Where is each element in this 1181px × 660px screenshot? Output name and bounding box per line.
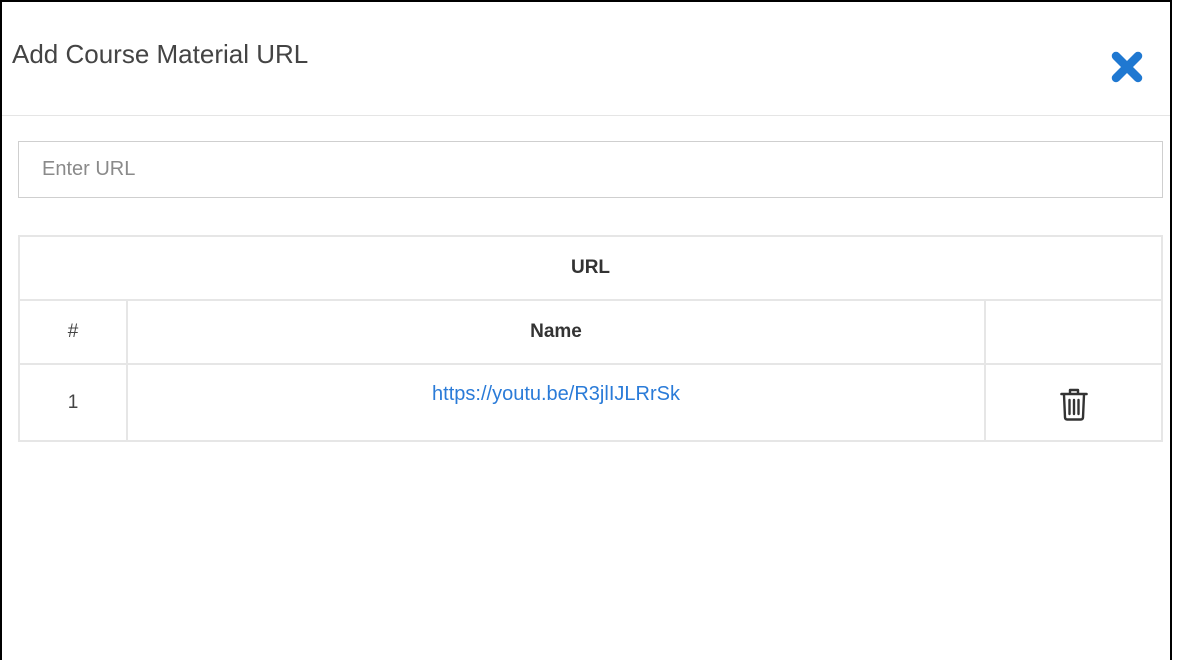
row-name-cell: https://youtu.be/R3jlIJLRrSk bbox=[126, 363, 986, 442]
table-row: 1 https://youtu.be/R3jlIJLRrSk bbox=[18, 363, 1163, 442]
column-header-name: Name bbox=[126, 299, 986, 365]
close-button[interactable] bbox=[1109, 49, 1145, 85]
add-url-dialog: Add Course Material URL URL # Name bbox=[0, 0, 1172, 660]
table-caption-row: URL bbox=[18, 235, 1163, 301]
dialog-header: Add Course Material URL bbox=[2, 2, 1170, 116]
url-link[interactable]: https://youtu.be/R3jlIJLRrSk bbox=[432, 383, 680, 405]
dialog-title: Add Course Material URL bbox=[12, 39, 309, 69]
column-header-number: # bbox=[18, 299, 128, 365]
table-header-row: # Name bbox=[18, 299, 1163, 365]
close-x-icon bbox=[1111, 51, 1143, 83]
url-table: URL # Name 1 https://youtu.be/R3jlIJLRrS… bbox=[18, 235, 1163, 442]
trash-icon bbox=[1059, 388, 1088, 421]
delete-button[interactable] bbox=[1059, 387, 1088, 427]
table-caption: URL bbox=[18, 235, 1163, 301]
row-number: 1 bbox=[18, 363, 128, 442]
row-action-cell bbox=[984, 363, 1163, 442]
column-header-action bbox=[984, 299, 1163, 365]
url-input[interactable] bbox=[18, 141, 1163, 198]
